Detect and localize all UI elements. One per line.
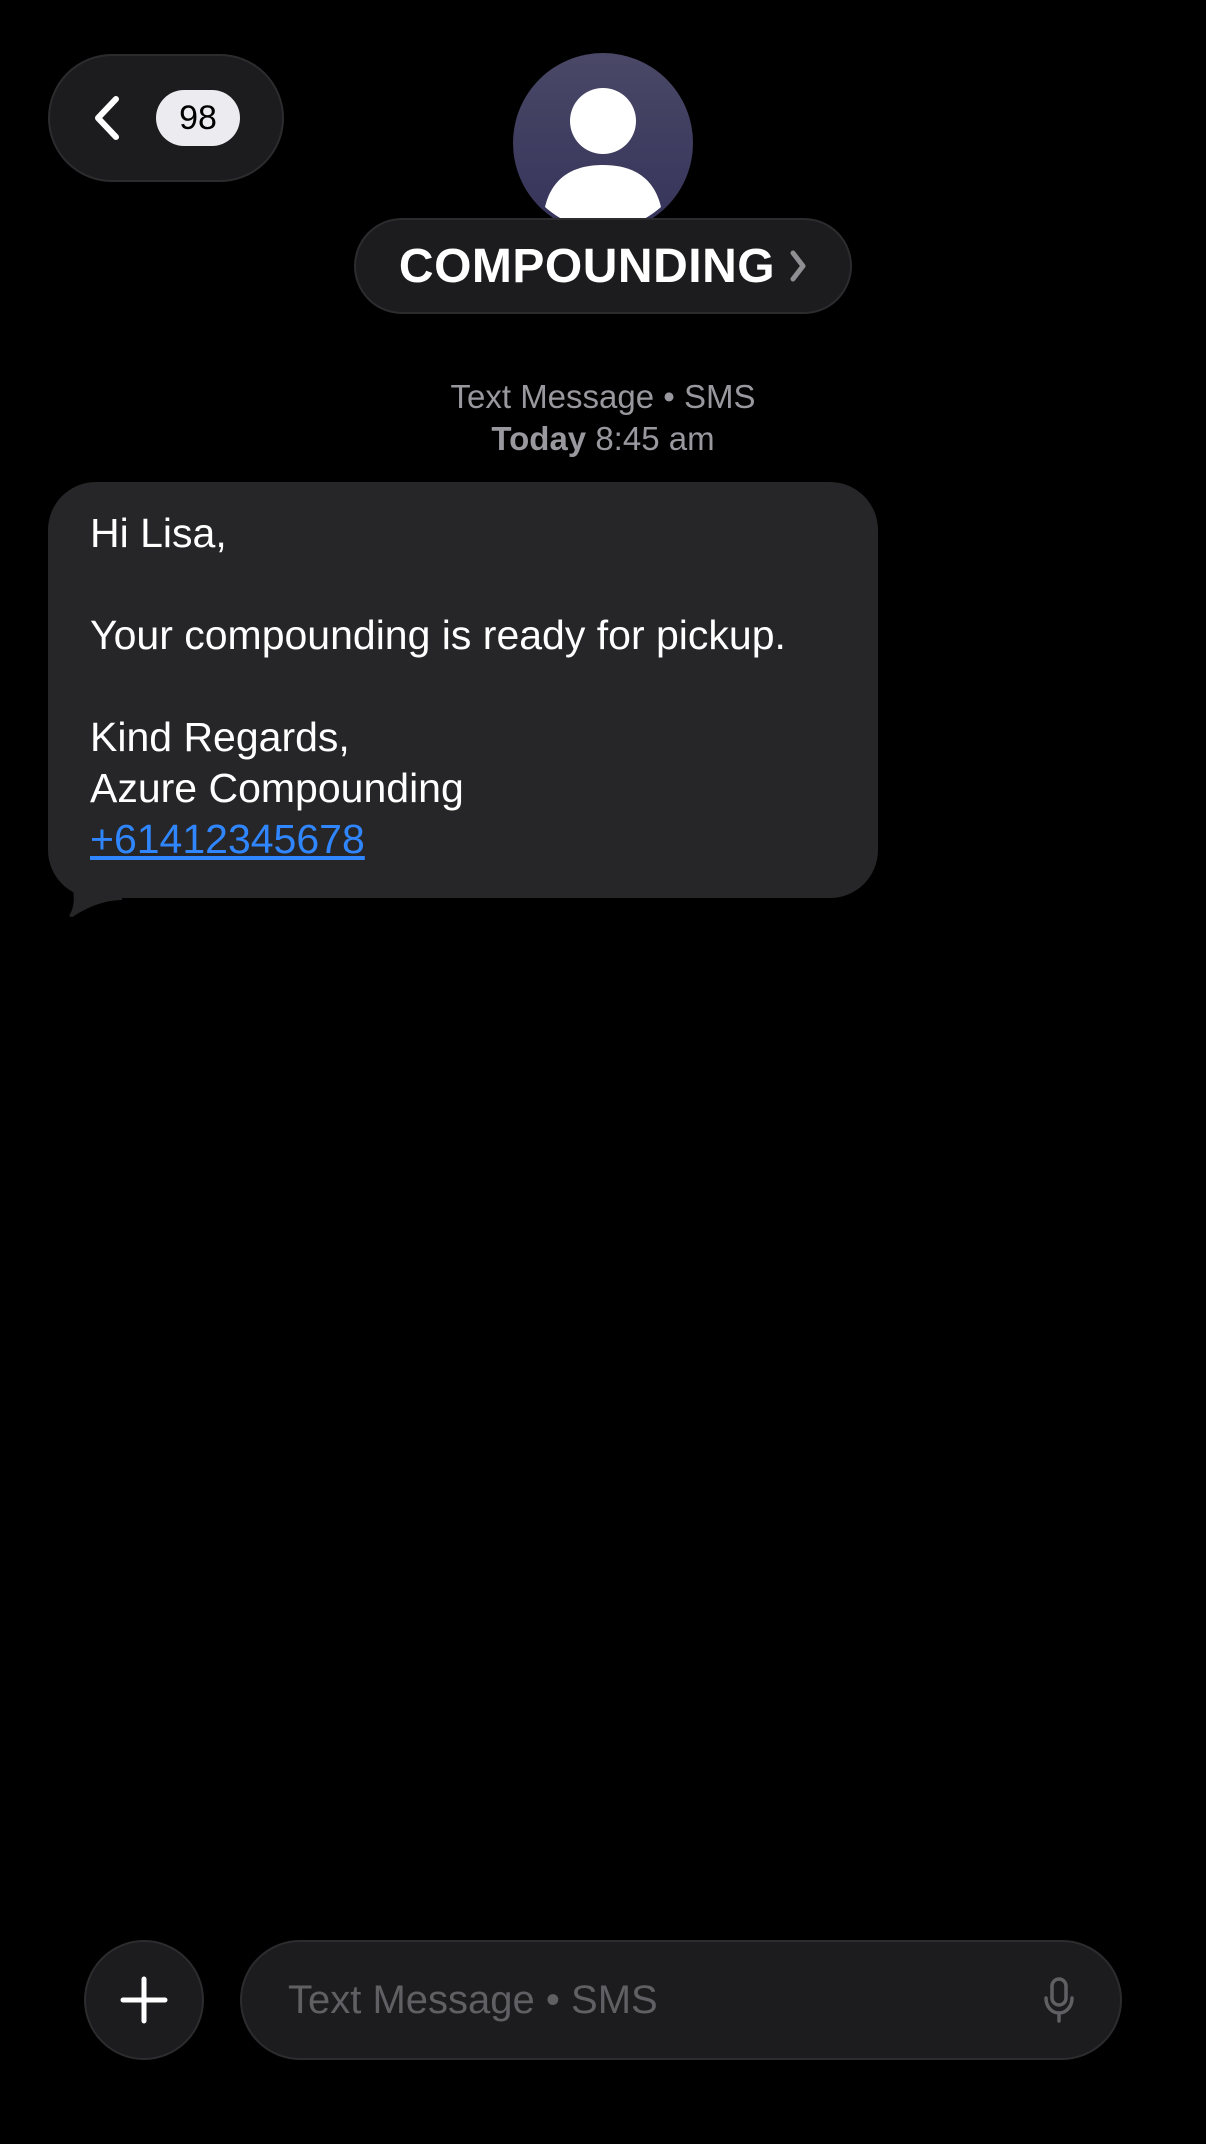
message-body: Your compounding is ready for pickup. [90,612,786,658]
message-sender: Azure Compounding [90,765,464,811]
message-timestamp: Today 8:45 am [0,420,1206,458]
chevron-right-icon [790,250,806,282]
phone-number-link[interactable]: +61412345678 [90,816,365,862]
contact-avatar[interactable] [513,53,693,233]
microphone-icon[interactable] [1042,1976,1076,2024]
add-attachment-button[interactable] [84,1940,204,2060]
message-greeting: Hi Lisa, [90,510,227,556]
person-icon [545,88,661,229]
message-composer[interactable] [240,1940,1122,2060]
message-service-label: Text Message • SMS [450,378,756,415]
back-chevron-icon [95,96,119,140]
plus-icon [120,1976,168,2024]
back-button[interactable]: 98 [48,54,284,182]
contact-name-button[interactable]: COMPOUNDING [354,218,852,314]
timestamp-day: Today [491,420,587,457]
incoming-message-bubble[interactable]: Hi Lisa, Your compounding is ready for p… [48,482,878,898]
contact-name: COMPOUNDING [398,239,776,293]
message-input[interactable] [288,1977,1042,2023]
message-signoff: Kind Regards, [90,714,350,760]
unread-count-badge: 98 [156,90,240,146]
timestamp-time: 8:45 am [595,420,715,457]
